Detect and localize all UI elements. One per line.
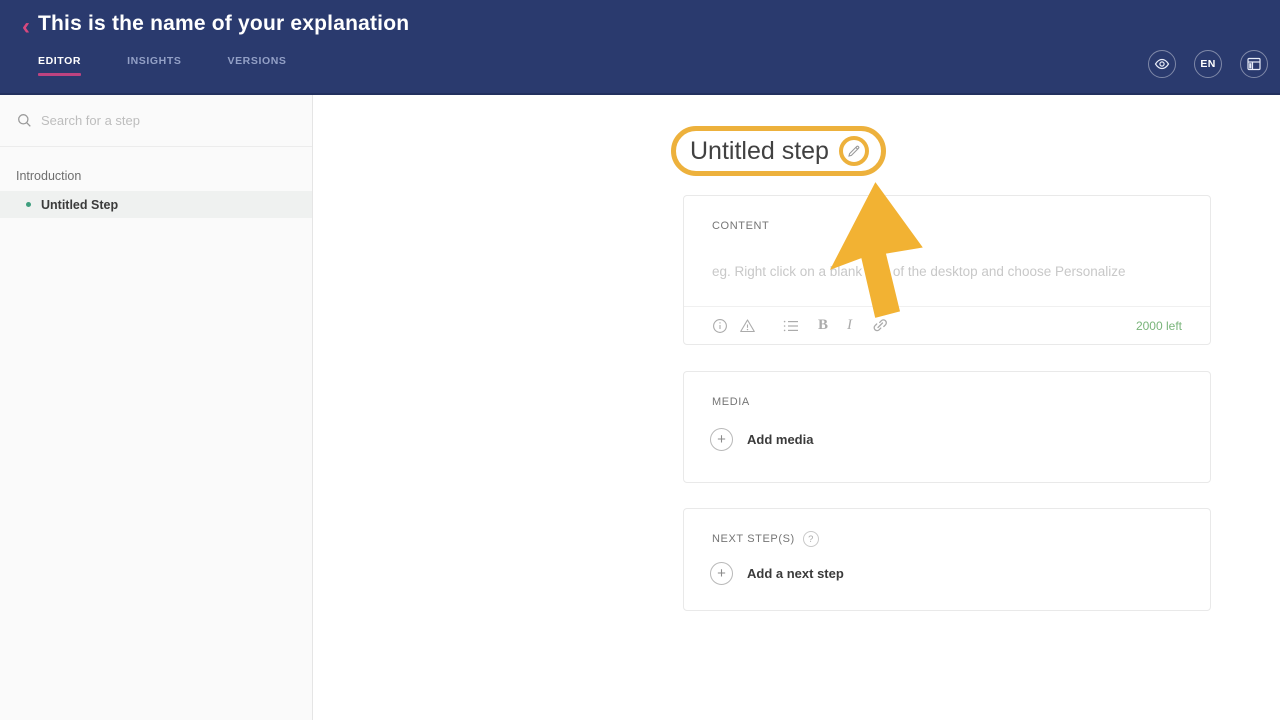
- list-icon[interactable]: [783, 319, 799, 333]
- add-media-label: Add media: [747, 432, 814, 447]
- sidebar-step-untitled[interactable]: Untitled Step: [0, 191, 312, 218]
- layout-icon: [1247, 57, 1261, 71]
- step-search[interactable]: [0, 95, 312, 147]
- content-card: CONTENT eg. Right click on a blank part …: [683, 195, 1211, 345]
- edit-title-button[interactable]: [838, 136, 869, 166]
- step-status-dot: [26, 202, 31, 207]
- tab-versions[interactable]: VERSIONS: [227, 55, 286, 76]
- plus-icon: +: [710, 562, 733, 585]
- back-button[interactable]: ‹: [14, 14, 38, 42]
- media-card: MEDIA + Add media: [683, 371, 1211, 483]
- steps-sidebar: Introduction Untitled Step: [0, 95, 313, 720]
- next-steps-label: NEXT STEP(S): [712, 533, 795, 545]
- link-icon[interactable]: [871, 318, 888, 334]
- content-placeholder[interactable]: eg. Right click on a blank part of the d…: [712, 264, 1126, 279]
- warning-icon[interactable]: [739, 318, 756, 334]
- next-steps-card: NEXT STEP(S) ? + Add a next step: [683, 508, 1211, 611]
- chars-left-counter: 2000 left: [1135, 318, 1182, 333]
- media-card-label: MEDIA: [712, 396, 750, 408]
- tab-editor[interactable]: EDITOR: [38, 55, 82, 76]
- step-title-highlight: Untitled step: [671, 126, 886, 176]
- help-icon[interactable]: ?: [802, 531, 819, 547]
- header-tabs: EDITOR INSIGHTS VERSIONS: [38, 55, 287, 76]
- pencil-icon: [847, 144, 861, 158]
- preview-button[interactable]: [1148, 50, 1176, 78]
- add-media-button[interactable]: + Add media: [710, 428, 813, 451]
- content-toolbar: B I 2000 left: [684, 306, 1210, 344]
- section-title: Introduction: [16, 169, 82, 183]
- layout-toggle-button[interactable]: [1240, 50, 1268, 78]
- step-title[interactable]: Untitled step: [690, 137, 829, 166]
- header-actions: EN: [1148, 50, 1268, 78]
- explanation-title: This is the name of your explanation: [38, 12, 410, 35]
- add-next-step-button[interactable]: + Add a next step: [710, 562, 844, 585]
- editor-main: Untitled step CONTENT eg. Right click on…: [671, 95, 1211, 720]
- search-icon: [17, 113, 32, 128]
- plus-icon: +: [710, 428, 733, 451]
- italic-icon[interactable]: I: [847, 317, 852, 334]
- language-button[interactable]: EN: [1194, 50, 1222, 78]
- info-icon[interactable]: [712, 318, 728, 334]
- language-label: EN: [1200, 58, 1216, 70]
- bold-icon[interactable]: B: [818, 317, 828, 334]
- content-card-label: CONTENT: [712, 220, 770, 232]
- eye-icon: [1154, 56, 1170, 72]
- search-input[interactable]: [41, 113, 281, 128]
- tab-insights[interactable]: INSIGHTS: [127, 55, 181, 76]
- add-next-step-label: Add a next step: [747, 566, 844, 581]
- step-label: Untitled Step: [41, 197, 119, 212]
- app-header: ‹ This is the name of your explanation E…: [0, 0, 1280, 95]
